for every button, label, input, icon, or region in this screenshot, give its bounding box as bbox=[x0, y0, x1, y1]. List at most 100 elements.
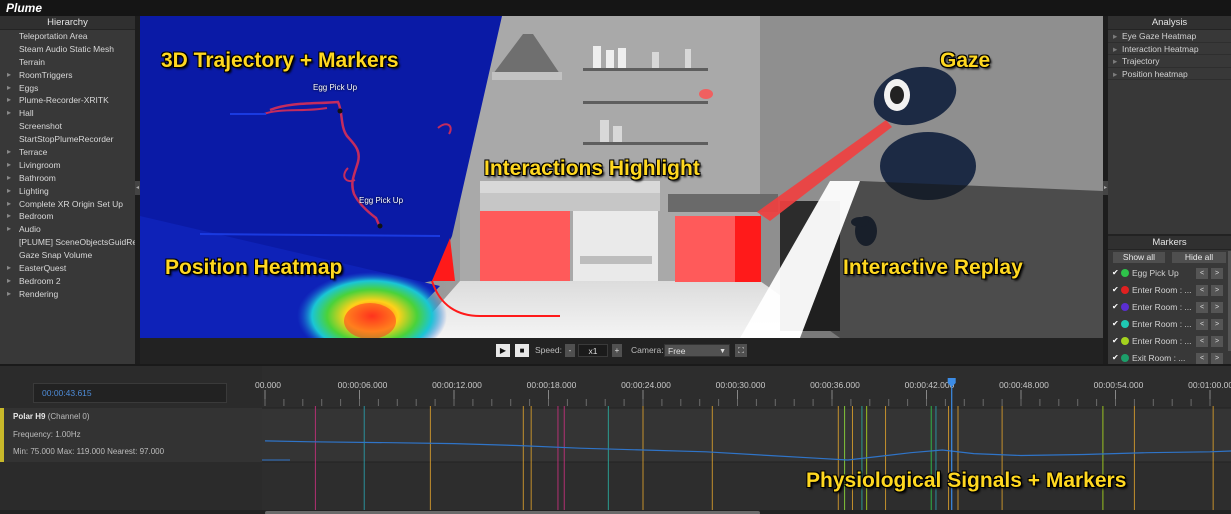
tick-label: 00:00:36.000 bbox=[810, 380, 860, 390]
camera-select-value: Free bbox=[668, 346, 686, 356]
chevron-down-icon: ▼ bbox=[719, 348, 726, 355]
hierarchy-item[interactable]: Screenshot bbox=[0, 120, 135, 133]
hierarchy-list: Teleportation Area Steam Audio Static Mes… bbox=[0, 30, 135, 301]
analysis-item[interactable]: Position heatmap bbox=[1108, 68, 1231, 81]
analysis-item[interactable]: Trajectory bbox=[1108, 55, 1231, 68]
marker-color-dot bbox=[1121, 320, 1129, 328]
title-bar: Plume bbox=[0, 0, 1231, 16]
track-header[interactable]: Polar H9 (Channel 0) Frequency: 1.00Hz M… bbox=[0, 408, 262, 462]
tick-label: 00:00:54.000 bbox=[1094, 380, 1144, 390]
marker-row: ✔ Egg Pick Up < > bbox=[1108, 265, 1231, 282]
hierarchy-item[interactable]: Eggs bbox=[0, 82, 135, 95]
marker-label: Egg Pick Up bbox=[1132, 268, 1179, 278]
marker-color-dot bbox=[1121, 337, 1129, 345]
hierarchy-item[interactable]: Terrace bbox=[0, 146, 135, 159]
marker-visibility-checkbox[interactable]: ✔ bbox=[1112, 320, 1120, 328]
timeline-panel[interactable]: 00.000 00:00:06.000 00:00:12.000 00:00:18.0… bbox=[0, 364, 1231, 514]
markers-panel: Markers Show all Hide all ✔ Egg Pick Up < >… bbox=[1108, 234, 1231, 364]
hierarchy-item[interactable]: Livingroom bbox=[0, 159, 135, 172]
speed-increase-button[interactable]: + bbox=[612, 344, 622, 357]
marker-row: ✔ Enter Room : ... < > bbox=[1108, 333, 1231, 350]
marker-label: Enter Room : ... bbox=[1132, 285, 1192, 295]
hide-all-button[interactable]: Hide all bbox=[1172, 252, 1226, 263]
hierarchy-item[interactable]: StartStopPlumeRecorder bbox=[0, 133, 135, 146]
show-all-button[interactable]: Show all bbox=[1113, 252, 1165, 263]
interactions-caption: Interactions Highlight bbox=[484, 157, 700, 180]
playback-bar: ▶ ■ Speed: - x1 + Camera: Free ▼ ⛶ bbox=[140, 338, 1103, 364]
hierarchy-item[interactable]: Bathroom bbox=[0, 172, 135, 185]
stop-icon[interactable]: ■ bbox=[515, 344, 529, 357]
tick-label: 00.000 bbox=[255, 380, 281, 390]
hierarchy-item[interactable]: Terrain bbox=[0, 56, 135, 69]
marker-visibility-checkbox[interactable]: ✔ bbox=[1112, 354, 1120, 362]
analysis-item[interactable]: Interaction Heatmap bbox=[1108, 43, 1231, 56]
tick-label: 00:00:48.000 bbox=[999, 380, 1049, 390]
maximize-icon[interactable]: ⛶ bbox=[735, 344, 747, 357]
markers-title: Markers bbox=[1108, 236, 1231, 250]
tick-label: 00:00:24.000 bbox=[621, 380, 671, 390]
camera-label: Camera: bbox=[631, 345, 664, 355]
marker-prev-button[interactable]: < bbox=[1196, 336, 1208, 347]
analysis-panel: Analysis Eye Gaze HeatmapInteraction Hea… bbox=[1108, 16, 1231, 234]
tick-label: 00:00:30.000 bbox=[716, 380, 766, 390]
hierarchy-item[interactable]: Plume-Recorder-XRITK bbox=[0, 94, 135, 107]
hierarchy-item[interactable]: Complete XR Origin Set Up bbox=[0, 198, 135, 211]
hierarchy-item[interactable]: EasterQuest bbox=[0, 262, 135, 275]
tick-label: 00:00:12.000 bbox=[432, 380, 482, 390]
marker-prev-button[interactable]: < bbox=[1196, 353, 1208, 364]
marker-prev-button[interactable]: < bbox=[1196, 285, 1208, 296]
hierarchy-item[interactable]: [PLUME] SceneObjectsGuidReg bbox=[0, 236, 135, 249]
hierarchy-item[interactable]: RoomTriggers bbox=[0, 69, 135, 82]
track-frequency: Frequency: 1.00Hz bbox=[13, 430, 81, 439]
marker-visibility-checkbox[interactable]: ✔ bbox=[1112, 269, 1120, 277]
hierarchy-item[interactable]: Bedroom bbox=[0, 210, 135, 223]
speed-decrease-button[interactable]: - bbox=[565, 344, 575, 357]
scene-viewport[interactable]: 3D Trajectory + Markers Interactions Hig… bbox=[140, 16, 1103, 338]
hierarchy-item[interactable]: Rendering bbox=[0, 288, 135, 301]
analysis-item[interactable]: Eye Gaze Heatmap bbox=[1108, 30, 1231, 43]
marker-visibility-checkbox[interactable]: ✔ bbox=[1112, 303, 1120, 311]
marker-next-button[interactable]: > bbox=[1211, 353, 1223, 364]
hierarchy-item[interactable]: Bedroom 2 bbox=[0, 275, 135, 288]
marker-list: ✔ Egg Pick Up < > ✔ Enter Room : ... < > ✔ Enter … bbox=[1108, 265, 1231, 367]
camera-select[interactable]: Free ▼ bbox=[664, 344, 730, 357]
hierarchy-item[interactable]: Gaze Snap Volume bbox=[0, 249, 135, 262]
marker-row: ✔ Enter Room : ... < > bbox=[1108, 316, 1231, 333]
marker-color-dot bbox=[1121, 303, 1129, 311]
heatmap-caption: Position Heatmap bbox=[165, 256, 343, 279]
tick-label: 00:01:00.000 bbox=[1188, 380, 1231, 390]
speed-field[interactable]: x1 bbox=[578, 344, 608, 357]
analysis-list: Eye Gaze HeatmapInteraction HeatmapTraje… bbox=[1108, 30, 1231, 81]
track-title: Polar H9 (Channel 0) bbox=[13, 412, 90, 421]
hierarchy-item[interactable]: Hall bbox=[0, 107, 135, 120]
marker-next-button[interactable]: > bbox=[1211, 302, 1223, 313]
marker-color-dot bbox=[1121, 269, 1129, 277]
track-name: Polar H9 bbox=[13, 412, 46, 421]
hierarchy-item[interactable]: Lighting bbox=[0, 185, 135, 198]
marker-prev-button[interactable]: < bbox=[1196, 268, 1208, 279]
markers-toolbar: Show all Hide all bbox=[1108, 250, 1231, 265]
timeline-scrollbar[interactable] bbox=[0, 510, 1231, 514]
marker-next-button[interactable]: > bbox=[1211, 285, 1223, 296]
marker-color-dot bbox=[1121, 286, 1129, 294]
marker-next-button[interactable]: > bbox=[1211, 268, 1223, 279]
marker-label: Enter Room : ... bbox=[1132, 319, 1192, 329]
marker-visibility-checkbox[interactable]: ✔ bbox=[1112, 337, 1120, 345]
hierarchy-item[interactable]: Teleportation Area bbox=[0, 30, 135, 43]
signals-caption: Physiological Signals + Markers bbox=[806, 469, 1127, 492]
hierarchy-item[interactable]: Audio bbox=[0, 223, 135, 236]
current-time-display[interactable]: 00:00:43.615 bbox=[33, 383, 227, 403]
marker-next-button[interactable]: > bbox=[1211, 319, 1223, 330]
scene-marker-label: Egg Pick Up bbox=[313, 83, 358, 92]
hierarchy-item[interactable]: Steam Audio Static Mesh bbox=[0, 43, 135, 56]
replay-caption: Interactive Replay bbox=[843, 256, 1023, 279]
marker-next-button[interactable]: > bbox=[1211, 336, 1223, 347]
marker-prev-button[interactable]: < bbox=[1196, 302, 1208, 313]
analysis-title: Analysis bbox=[1108, 16, 1231, 30]
tick-label: 00:00:18.000 bbox=[527, 380, 577, 390]
play-icon[interactable]: ▶ bbox=[496, 344, 510, 357]
marker-label: Exit Room : ... bbox=[1132, 353, 1186, 363]
trajectory-caption: 3D Trajectory + Markers bbox=[161, 49, 399, 72]
marker-prev-button[interactable]: < bbox=[1196, 319, 1208, 330]
marker-visibility-checkbox[interactable]: ✔ bbox=[1112, 286, 1120, 294]
